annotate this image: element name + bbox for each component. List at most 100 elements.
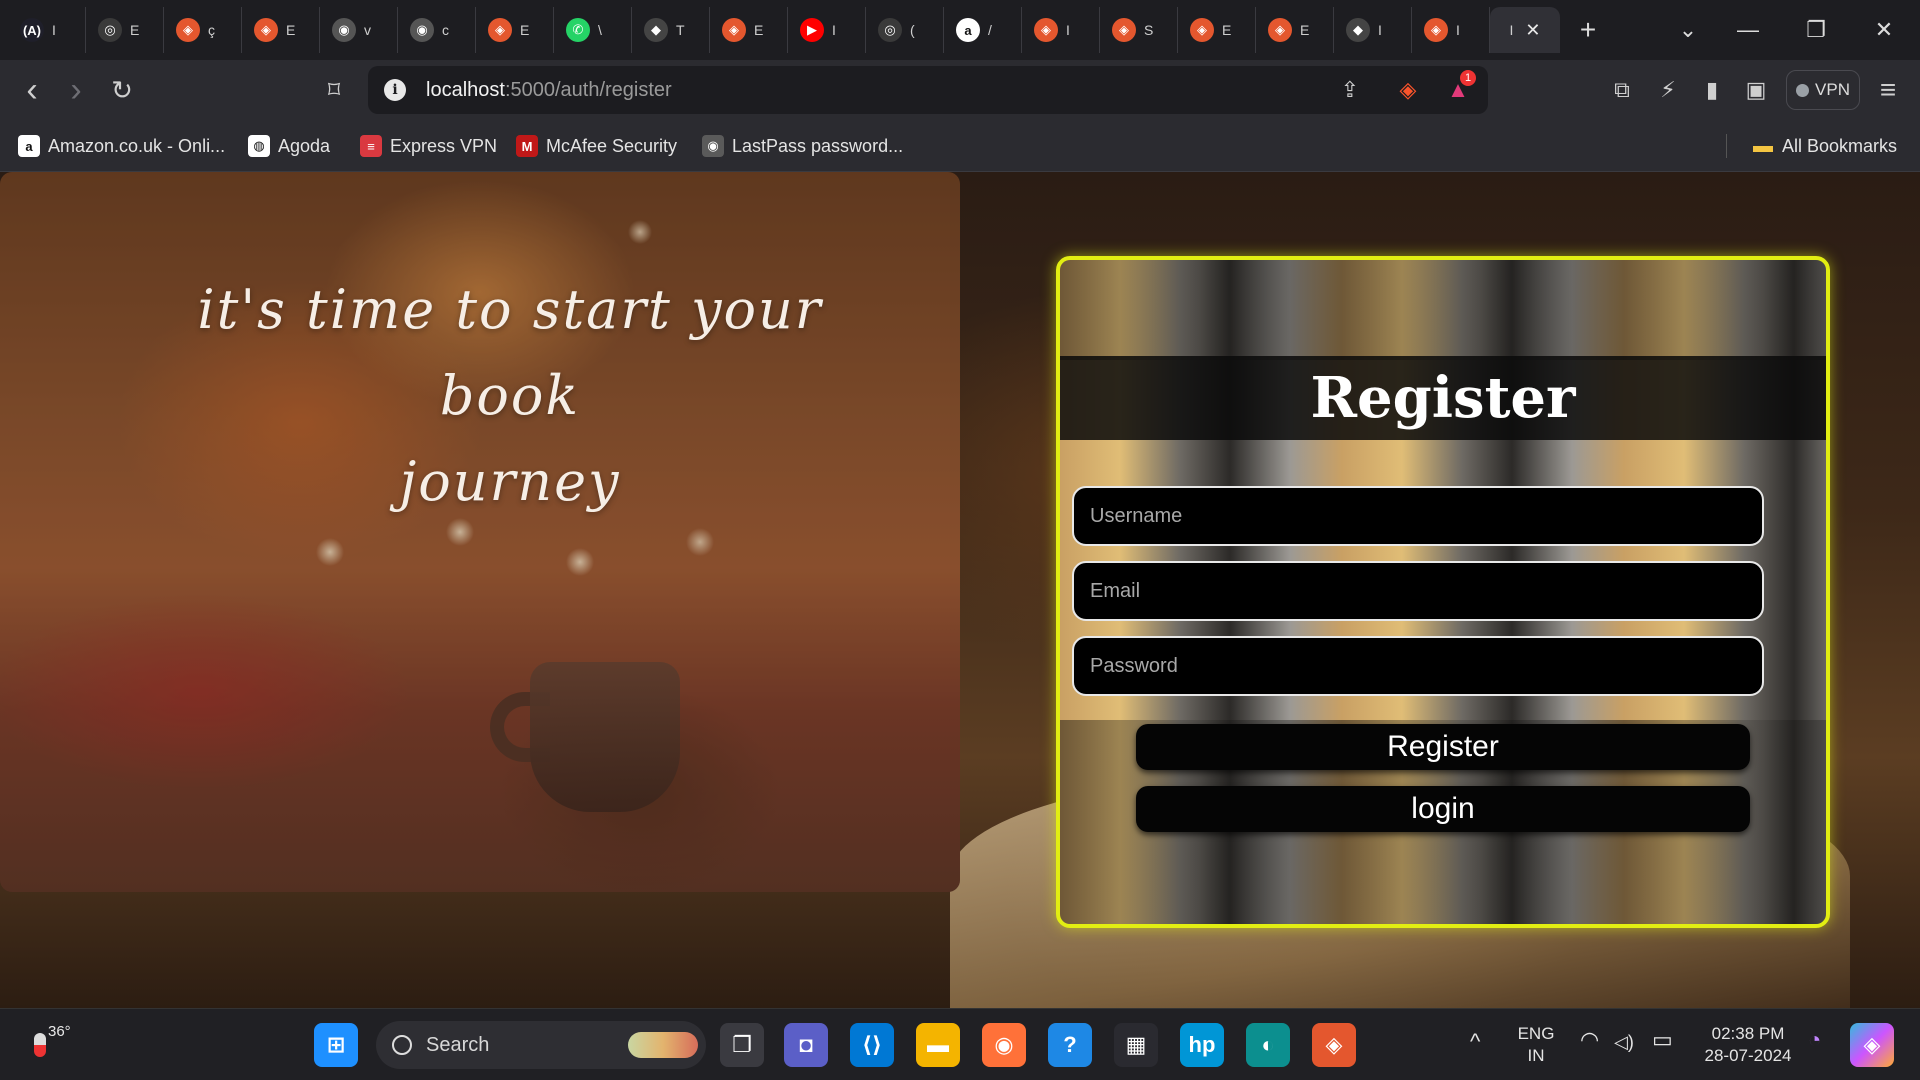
browser-tab[interactable]: ◎ E: [86, 7, 164, 53]
brave-icon: ◈: [1034, 18, 1058, 42]
bookmark-item[interactable]: ◍ Agoda: [248, 132, 330, 160]
bookmark-item[interactable]: ◉ LastPass password...: [702, 132, 903, 160]
bookmark-page-button[interactable]: ⌑: [318, 74, 350, 106]
wallet-icon[interactable]: ▣: [1740, 74, 1772, 106]
bookmark-label: LastPass password...: [732, 135, 904, 156]
weather-temperature: 36°: [48, 1023, 71, 1040]
sidebar-toggle-icon[interactable]: ▮: [1696, 74, 1728, 106]
vpn-button[interactable]: VPN: [1786, 70, 1860, 110]
brave-icon: ◈: [1112, 18, 1136, 42]
brave-shields-icon[interactable]: ◈: [1392, 74, 1424, 106]
tab-title: I: [832, 22, 836, 38]
volume-icon[interactable]: ◁): [1614, 1031, 1634, 1053]
reload-button[interactable]: ↻: [106, 74, 138, 106]
browser-tab[interactable]: ◈ S: [1100, 7, 1178, 53]
browser-tab[interactable]: ◈ I: [1412, 7, 1490, 53]
search-label: Search: [426, 1033, 490, 1056]
brave-icon: ◈: [1190, 18, 1214, 42]
vscode-icon[interactable]: ⟨⟩: [850, 1023, 894, 1067]
edge-icon[interactable]: ◐: [1246, 1023, 1290, 1067]
speedreader-icon[interactable]: ⚡: [1652, 74, 1684, 106]
email-input[interactable]: [1072, 561, 1764, 621]
brave-taskbar-icon[interactable]: ◈: [1312, 1023, 1356, 1067]
browser-tab[interactable]: a /: [944, 7, 1022, 53]
brave-rewards-icon[interactable]: ▲ 1: [1442, 70, 1476, 106]
task-view-icon[interactable]: ❐: [720, 1023, 764, 1067]
start-icon[interactable]: ⊞: [314, 1023, 358, 1067]
browser-tab[interactable]: ◉ c: [398, 7, 476, 53]
tab-title: /: [988, 22, 992, 38]
browser-tab[interactable]: ◈ E: [242, 7, 320, 53]
browser-tab[interactable]: ◈ ç: [164, 7, 242, 53]
hero-image-panel: it's time to start your book journey: [0, 172, 960, 892]
globe-icon: ◉: [702, 135, 724, 157]
browser-tab[interactable]: ◈ E: [476, 7, 554, 53]
chatgpt-icon: ◎: [98, 18, 122, 42]
browser-tab[interactable]: ✆ \: [554, 7, 632, 53]
bookmark-item[interactable]: ≡ Express VPN: [360, 132, 497, 160]
hero-tagline-line2: journey: [399, 450, 621, 513]
bookmarks-divider: [1726, 134, 1727, 158]
share-icon[interactable]: ⇪: [1334, 74, 1366, 106]
browser-tab[interactable]: ◎(: [866, 7, 944, 53]
windows-taskbar: 36° Search ⊞ ❐ ◘ ⟨⟩ ▬ ◉? ▦ hp ◐ ◈ ^ ENG IN ◠ ◁) ▭…: [0, 1008, 1920, 1080]
browser-tab[interactable]: ◈ E: [710, 7, 788, 53]
browser-tab[interactable]: ◈ I: [1022, 7, 1100, 53]
login-button[interactable]: login: [1136, 786, 1750, 832]
weather-widget[interactable]: 36°: [28, 1023, 88, 1067]
tab-title: I: [1066, 22, 1070, 38]
tab-title: E: [130, 22, 140, 38]
all-bookmarks-button[interactable]: ▬ All Bookmarks: [1752, 132, 1897, 160]
browser-tab[interactable]: ▶ I: [788, 7, 866, 53]
taskbar-search[interactable]: Search: [376, 1021, 706, 1069]
address-bar[interactable]: i localhost:5000/auth/register ⇪ ◈ ▲ 1: [368, 66, 1488, 114]
tray-overflow-chevron[interactable]: ^: [1470, 1031, 1480, 1053]
teams-icon[interactable]: ◘: [784, 1023, 828, 1067]
username-input[interactable]: [1072, 486, 1764, 546]
microsoft-store-icon[interactable]: ▦: [1114, 1023, 1158, 1067]
wifi-icon[interactable]: ◠: [1580, 1029, 1599, 1051]
tab-title: v: [364, 22, 371, 38]
close-window-button[interactable]: ✕: [1852, 0, 1916, 60]
browser-tab[interactable]: ◈ E: [1256, 7, 1334, 53]
menu-icon[interactable]: ≡: [1872, 74, 1904, 106]
get-help-icon[interactable]: ?: [1048, 1023, 1092, 1067]
notification-icon[interactable]: ◔: [1808, 1029, 1821, 1051]
vpn-label: VPN: [1815, 80, 1850, 99]
search-icon: [392, 1035, 412, 1055]
password-input[interactable]: [1072, 636, 1764, 696]
restore-button[interactable]: ❐: [1784, 0, 1848, 60]
register-card: Register Register login: [1056, 256, 1830, 928]
browser-tab[interactable]: ◆ I: [1334, 7, 1412, 53]
browser-tab[interactable]: ◉ v: [320, 7, 398, 53]
firefox-icon[interactable]: ◉: [982, 1023, 1026, 1067]
back-button[interactable]: ‹: [16, 71, 48, 109]
minimize-button[interactable]: —: [1716, 0, 1780, 60]
active-tab[interactable]: I ✕: [1490, 7, 1560, 53]
close-tab-icon[interactable]: ✕: [1525, 20, 1540, 41]
myhp-icon[interactable]: hp: [1180, 1023, 1224, 1067]
url-text[interactable]: localhost:5000/auth/register: [426, 79, 672, 102]
amazon-icon: a: [956, 18, 980, 42]
forward-button[interactable]: ›: [60, 71, 92, 109]
new-tab-button[interactable]: +: [1560, 14, 1616, 46]
battery-icon[interactable]: ▭: [1652, 1029, 1673, 1051]
clock[interactable]: 02:38 PM 28-07-2024: [1696, 1023, 1800, 1067]
browser-tab[interactable]: ◈ E: [1178, 7, 1256, 53]
mcafee-icon: M: [516, 135, 538, 157]
bookmark-label: Express VPN: [390, 135, 498, 156]
tab-title: T: [676, 22, 685, 38]
bookmark-item[interactable]: M McAfee Security: [516, 132, 677, 160]
coffee-cup-shape: [530, 662, 680, 812]
copilot-icon[interactable]: ◈: [1850, 1023, 1894, 1067]
language-indicator[interactable]: ENG IN: [1516, 1023, 1556, 1067]
github-icon: ◆: [1346, 18, 1370, 42]
register-button[interactable]: Register: [1136, 724, 1750, 770]
browser-tab[interactable]: (A) I: [8, 7, 86, 53]
site-info-icon[interactable]: i: [384, 79, 406, 101]
tab-search-button[interactable]: ⌄: [1656, 0, 1720, 60]
file-explorer-icon[interactable]: ▬: [916, 1023, 960, 1067]
extensions-icon[interactable]: ⧉: [1606, 74, 1638, 106]
bookmark-item[interactable]: a Amazon.co.uk - Onli...: [18, 132, 225, 160]
browser-tab[interactable]: ◆ T: [632, 7, 710, 53]
